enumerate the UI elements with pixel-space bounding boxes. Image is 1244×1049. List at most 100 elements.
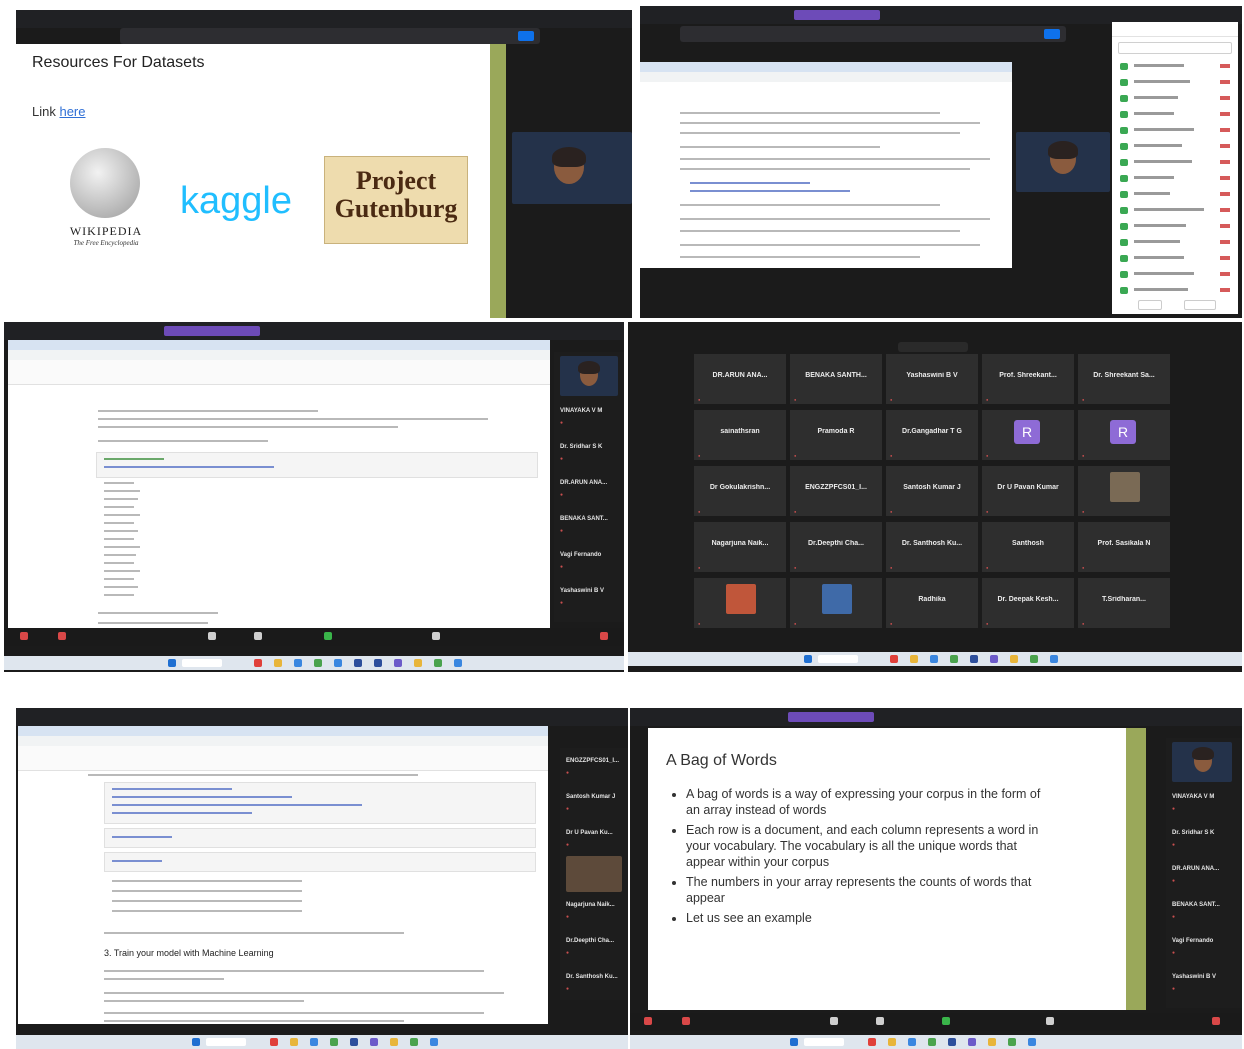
participant-row[interactable] — [1116, 204, 1234, 216]
app-icon[interactable] — [1030, 655, 1038, 663]
code-cell[interactable] — [104, 852, 536, 872]
participant-row[interactable] — [1116, 76, 1234, 88]
gallery-participant-tile[interactable]: BENAKA SANTH... ● — [790, 354, 882, 404]
browser-tab-strip[interactable] — [18, 726, 548, 736]
app-icon[interactable] — [390, 1038, 398, 1046]
app-icon[interactable] — [908, 1038, 916, 1046]
app-icon[interactable] — [394, 659, 402, 667]
start-icon[interactable] — [804, 655, 812, 663]
app-icon[interactable] — [1050, 655, 1058, 663]
gallery-participant-tile[interactable]: Santosh Kumar J ● — [886, 466, 978, 516]
recording-ok-button[interactable] — [518, 31, 534, 41]
gallery-participant-tile[interactable]: ● — [790, 578, 882, 628]
explorer-icon[interactable] — [910, 655, 918, 663]
app-icon[interactable] — [414, 659, 422, 667]
chrome-icon[interactable] — [270, 1038, 278, 1046]
start-icon[interactable] — [168, 659, 176, 667]
gallery-participant-tile[interactable]: Dr U Pavan Kumar ● — [982, 466, 1074, 516]
chrome-icon[interactable] — [868, 1038, 876, 1046]
share-screen-icon[interactable] — [942, 1017, 950, 1025]
app-icon[interactable] — [950, 655, 958, 663]
search-icon[interactable] — [818, 655, 858, 663]
chat-icon[interactable] — [876, 1017, 884, 1025]
participant-row[interactable] — [1116, 236, 1234, 248]
app-icon[interactable] — [1010, 655, 1018, 663]
video-icon[interactable] — [682, 1017, 690, 1025]
datasets-link[interactable]: here — [59, 104, 85, 119]
gallery-participant-tile[interactable]: Radhika ● — [886, 578, 978, 628]
app-icon[interactable] — [374, 659, 382, 667]
explorer-icon[interactable] — [274, 659, 282, 667]
gallery-participant-tile[interactable]: ENGZZPFCS01_I... ● — [790, 466, 882, 516]
mute-all-button[interactable] — [1184, 300, 1216, 310]
gallery-participant-tile[interactable]: Dr Gokulakrishn... ● — [694, 466, 786, 516]
participant-row[interactable] — [1116, 60, 1234, 72]
gallery-participant-tile[interactable]: Yashaswini B V ● — [886, 354, 978, 404]
tab-shared-screen[interactable] — [794, 10, 880, 20]
gallery-participant-tile[interactable]: Dr. Shreekant Sa... ● — [1078, 354, 1170, 404]
gallery-participant-tile[interactable]: sainathsran ● — [694, 410, 786, 460]
mute-icon[interactable] — [644, 1017, 652, 1025]
app-icon[interactable] — [330, 1038, 338, 1046]
leave-icon[interactable] — [600, 632, 608, 640]
browser-tab-strip[interactable] — [8, 340, 550, 350]
app-icon[interactable] — [370, 1038, 378, 1046]
app-icon[interactable] — [1028, 1038, 1036, 1046]
gallery-participant-tile[interactable]: Santhosh ● — [982, 522, 1074, 572]
search-icon[interactable] — [206, 1038, 246, 1046]
browser-address-bar[interactable] — [8, 350, 550, 360]
app-icon[interactable] — [434, 659, 442, 667]
reactions-icon[interactable] — [1046, 1017, 1054, 1025]
gallery-participant-tile[interactable]: Dr. Santhosh Ku... ● — [886, 522, 978, 572]
app-icon[interactable] — [454, 659, 462, 667]
app-icon[interactable] — [988, 1038, 996, 1046]
gallery-participant-tile[interactable]: Prof. Shreekant... ● — [982, 354, 1074, 404]
share-screen-icon[interactable] — [324, 632, 332, 640]
participant-row[interactable] — [1116, 92, 1234, 104]
explorer-icon[interactable] — [290, 1038, 298, 1046]
participants-search-input[interactable] — [1118, 42, 1232, 54]
mute-icon[interactable] — [20, 632, 28, 640]
app-icon[interactable] — [430, 1038, 438, 1046]
gallery-participant-tile[interactable]: DR.ARUN ANA... ● — [694, 354, 786, 404]
app-icon[interactable] — [314, 659, 322, 667]
participant-row[interactable] — [1116, 108, 1234, 120]
gallery-participant-tile[interactable]: Nagarjuna Naik... ● — [694, 522, 786, 572]
app-icon[interactable] — [990, 655, 998, 663]
participants-icon[interactable] — [830, 1017, 838, 1025]
browser-address-bar[interactable] — [640, 72, 1012, 82]
participant-row[interactable] — [1116, 124, 1234, 136]
start-icon[interactable] — [192, 1038, 200, 1046]
app-icon[interactable] — [310, 1038, 318, 1046]
code-cell[interactable] — [96, 452, 538, 478]
code-cell[interactable] — [104, 828, 536, 848]
app-icon[interactable] — [948, 1038, 956, 1046]
participants-icon[interactable] — [208, 632, 216, 640]
browser-address-bar[interactable] — [18, 736, 548, 746]
gallery-participant-tile[interactable]: ● — [1078, 466, 1170, 516]
gallery-participant-tile[interactable]: R ● — [982, 410, 1074, 460]
gallery-participant-tile[interactable]: ● — [694, 578, 786, 628]
participant-row[interactable] — [1116, 140, 1234, 152]
gallery-participant-tile[interactable]: T.Sridharan... ● — [1078, 578, 1170, 628]
chrome-icon[interactable] — [254, 659, 262, 667]
participant-row[interactable] — [1116, 220, 1234, 232]
search-icon[interactable] — [804, 1038, 844, 1046]
recording-ok-button[interactable] — [1044, 29, 1060, 39]
participant-row[interactable] — [1116, 172, 1234, 184]
app-icon[interactable] — [334, 659, 342, 667]
participant-row[interactable] — [1116, 156, 1234, 168]
gallery-participant-tile[interactable]: Dr. Deepak Kesh... ● — [982, 578, 1074, 628]
app-icon[interactable] — [410, 1038, 418, 1046]
app-icon[interactable] — [354, 659, 362, 667]
gallery-participant-tile[interactable]: Pramoda R ● — [790, 410, 882, 460]
app-icon[interactable] — [1008, 1038, 1016, 1046]
app-icon[interactable] — [970, 655, 978, 663]
invite-button[interactable] — [1138, 300, 1162, 310]
leave-icon[interactable] — [1212, 1017, 1220, 1025]
participant-row[interactable] — [1116, 284, 1234, 296]
reactions-icon[interactable] — [432, 632, 440, 640]
video-icon[interactable] — [58, 632, 66, 640]
gallery-participant-tile[interactable]: Prof. Sasikala N ● — [1078, 522, 1170, 572]
participant-row[interactable] — [1116, 268, 1234, 280]
